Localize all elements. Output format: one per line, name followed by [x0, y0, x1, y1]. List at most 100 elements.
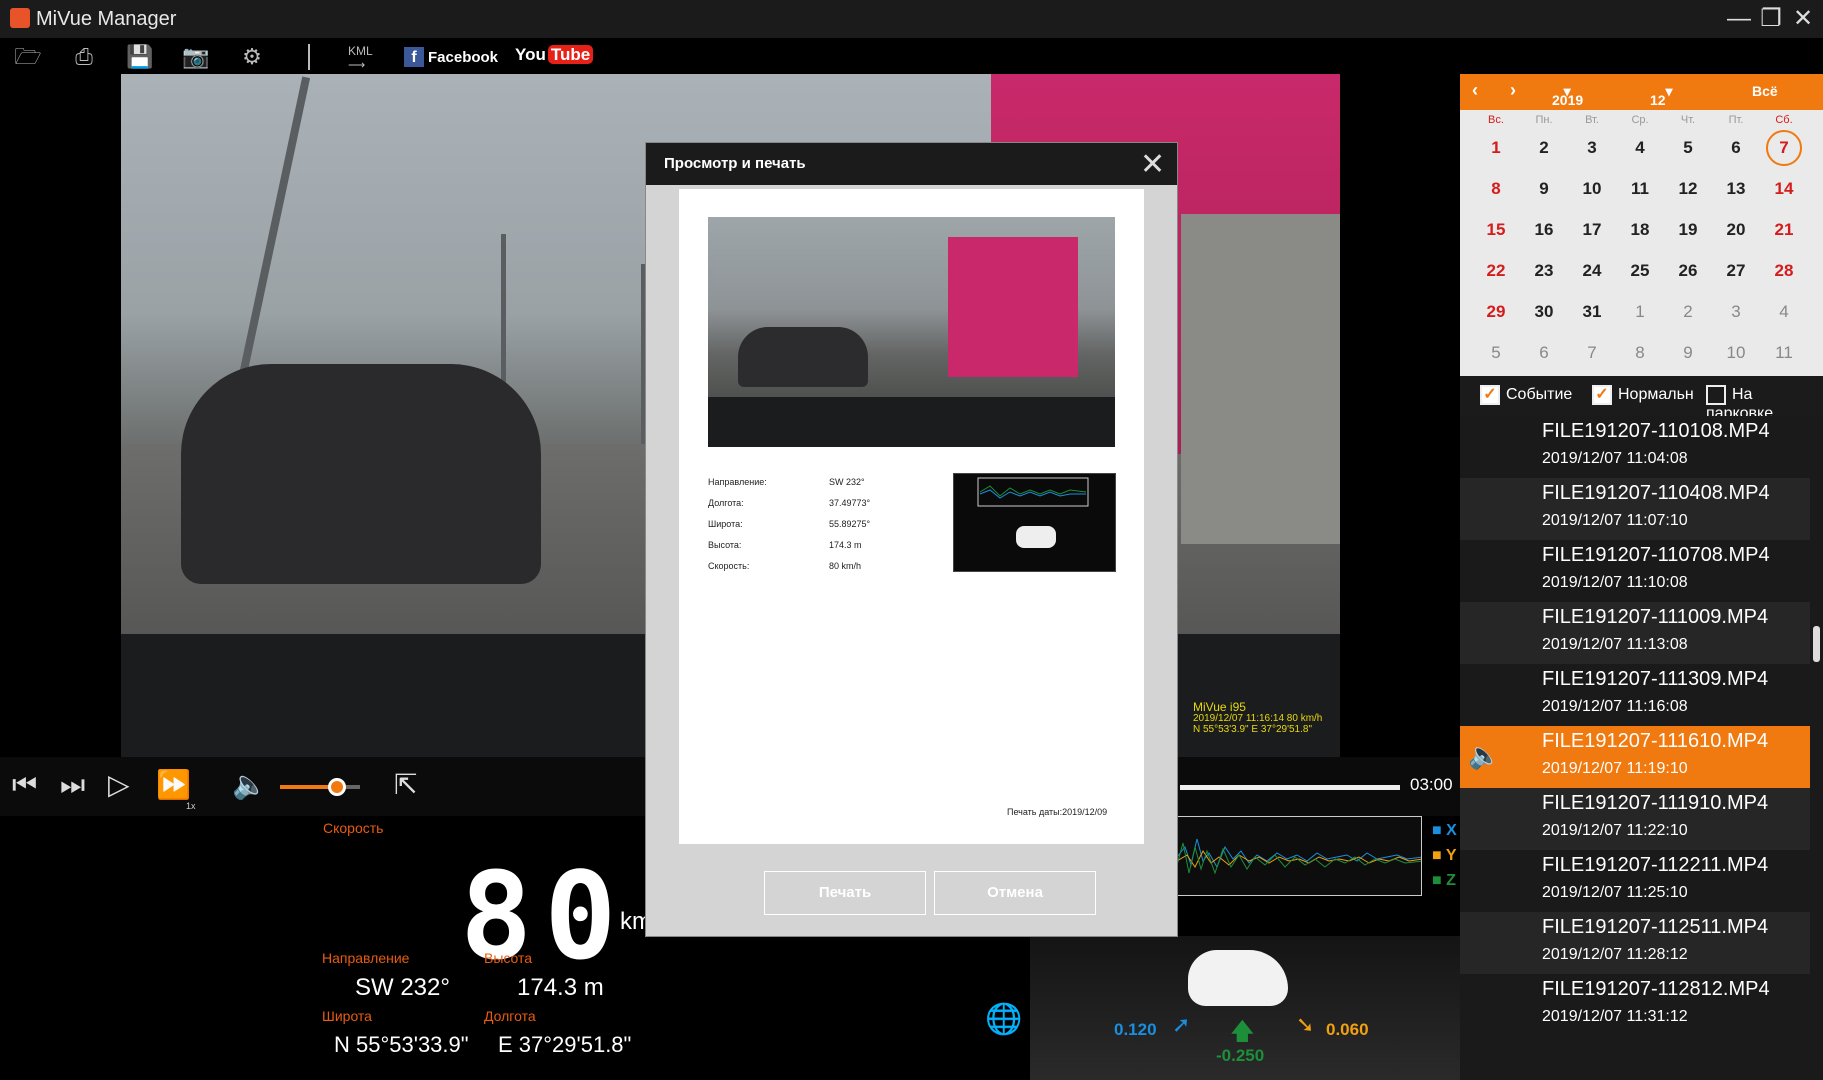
dialog-title: Просмотр и печать: [664, 155, 806, 172]
preview-gsensor-thumbnail: [953, 473, 1116, 572]
calendar-day[interactable]: 9: [1664, 333, 1712, 373]
gsensor-y-value: 0.060: [1326, 1020, 1369, 1039]
settings-gear-icon[interactable]: ⚙: [234, 42, 270, 72]
calendar-day[interactable]: 2: [1520, 128, 1568, 168]
year-select[interactable]: 2019 ▾: [1552, 83, 1583, 108]
file-date: 2019/12/07 11:28:12: [1542, 946, 1688, 963]
calendar-day[interactable]: 19: [1664, 210, 1712, 250]
skip-previous-icon[interactable]: ⏮: [12, 769, 37, 801]
preview-direction-value: SW 232°: [829, 477, 865, 487]
volume-knob[interactable]: [328, 778, 346, 796]
calendar-day[interactable]: 12: [1664, 169, 1712, 209]
calendar-day[interactable]: 3: [1568, 128, 1616, 168]
preview-longitude-label: Долгота:: [708, 498, 744, 508]
kml-export-button[interactable]: KML ⟶: [348, 44, 373, 72]
file-item[interactable]: FILE191207-112812.MP4 2019/12/07 11:31:12: [1460, 974, 1810, 1036]
calendar-day[interactable]: 29: [1472, 292, 1520, 332]
file-item[interactable]: FILE191207-111309.MP4 2019/12/07 11:16:08: [1460, 664, 1810, 726]
calendar-day[interactable]: 25: [1616, 251, 1664, 291]
file-item[interactable]: FILE191207-112211.MP4 2019/12/07 11:25:10: [1460, 850, 1810, 912]
globe-map-icon[interactable]: 🌐: [985, 1002, 1022, 1037]
calendar-day[interactable]: 4: [1616, 128, 1664, 168]
file-item[interactable]: FILE191207-111910.MP4 2019/12/07 11:22:10: [1460, 788, 1810, 850]
calendar-day[interactable]: 6: [1520, 333, 1568, 373]
calendar-day[interactable]: 8: [1616, 333, 1664, 373]
filter-normal[interactable]: ✓ Нормальн: [1592, 385, 1694, 405]
file-name: FILE191207-110108.MP4: [1542, 420, 1770, 442]
calendar-day[interactable]: 6: [1712, 128, 1760, 168]
play-icon[interactable]: ▷: [108, 769, 130, 801]
minimize-icon[interactable]: —: [1724, 4, 1754, 34]
calendar-day[interactable]: 10: [1712, 333, 1760, 373]
calendar-day[interactable]: 28: [1760, 251, 1808, 291]
close-icon[interactable]: ✕: [1788, 4, 1818, 34]
calendar-day[interactable]: 16: [1520, 210, 1568, 250]
scrollbar-thumb[interactable]: [1813, 626, 1820, 662]
calendar-day[interactable]: 5: [1664, 128, 1712, 168]
calendar-day[interactable]: 11: [1616, 169, 1664, 209]
file-item[interactable]: FILE191207-110708.MP4 2019/12/07 11:10:08: [1460, 540, 1810, 602]
calendar-day[interactable]: 3: [1712, 292, 1760, 332]
calendar-day[interactable]: 8: [1472, 169, 1520, 209]
restore-icon[interactable]: ❐: [1756, 4, 1786, 34]
snapshot-camera-icon[interactable]: 📷: [178, 42, 214, 72]
facebook-share-button[interactable]: f Facebook: [404, 47, 498, 67]
calendar-day[interactable]: 2: [1664, 292, 1712, 332]
file-name: FILE191207-112812.MP4: [1542, 978, 1770, 1000]
calendar-day[interactable]: 27: [1712, 251, 1760, 291]
speed-label: Скорость: [323, 820, 384, 836]
calendar-day[interactable]: 26: [1664, 251, 1712, 291]
file-item[interactable]: FILE191207-110408.MP4 2019/12/07 11:07:10: [1460, 478, 1810, 540]
save-icon[interactable]: 💾: [122, 42, 158, 72]
file-name: FILE191207-112511.MP4: [1542, 916, 1769, 938]
filter-event[interactable]: ✓ Событие: [1480, 385, 1572, 405]
popout-icon[interactable]: ⇱: [394, 769, 417, 801]
calendar-day[interactable]: 21: [1760, 210, 1808, 250]
calendar-day[interactable]: 18: [1616, 210, 1664, 250]
calendar-day[interactable]: 1: [1616, 292, 1664, 332]
calendar-day[interactable]: 20: [1712, 210, 1760, 250]
file-item[interactable]: FILE191207-112511.MP4 2019/12/07 11:28:12: [1460, 912, 1810, 974]
calendar-day[interactable]: 10: [1568, 169, 1616, 209]
calendar-day[interactable]: 1: [1472, 128, 1520, 168]
weekday-header: Чт.: [1680, 114, 1696, 126]
step-forward-icon[interactable]: ⏭: [60, 769, 85, 801]
fast-forward-icon[interactable]: ⏩: [156, 769, 191, 801]
calendar-day[interactable]: 11: [1760, 333, 1808, 373]
calendar-day[interactable]: 22: [1472, 251, 1520, 291]
month-select[interactable]: 12 ▾: [1650, 83, 1673, 108]
calendar-day[interactable]: 7: [1568, 333, 1616, 373]
car-orientation-view: 0.120 ➚ 🡅 -0.250 ➘ 0.060: [1030, 936, 1460, 1080]
print-icon[interactable]: ⎙: [66, 42, 102, 72]
volume-icon[interactable]: 🔈: [232, 769, 267, 801]
print-button[interactable]: Печать: [764, 871, 926, 915]
file-list-scrollbar[interactable]: [1810, 416, 1823, 1080]
file-item-playing[interactable]: 🔈 FILE191207-111610.MP4 2019/12/07 11:19:1…: [1460, 726, 1810, 788]
calendar-day[interactable]: 9: [1520, 169, 1568, 209]
gsensor-z-value: -0.250: [1216, 1046, 1265, 1065]
calendar-day[interactable]: 14: [1760, 169, 1808, 209]
file-item[interactable]: FILE191207-111009.MP4 2019/12/07 11:13:08: [1460, 602, 1810, 664]
calendar-day[interactable]: 30: [1520, 292, 1568, 332]
calendar-day[interactable]: 5: [1472, 333, 1520, 373]
prev-month-icon[interactable]: ‹: [1472, 80, 1478, 101]
playback-progress-bar[interactable]: [1180, 785, 1400, 790]
calendar-day[interactable]: 4: [1760, 292, 1808, 332]
file-item[interactable]: FILE191207-110108.MP4 2019/12/07 11:04:08: [1460, 416, 1810, 478]
next-month-icon[interactable]: ›: [1510, 80, 1516, 101]
calendar-day[interactable]: 17: [1568, 210, 1616, 250]
playback-speed[interactable]: 1x: [186, 801, 196, 811]
file-name: FILE191207-111309.MP4: [1542, 668, 1769, 690]
youtube-upload-button[interactable]: You Tube: [515, 45, 594, 65]
open-folder-icon[interactable]: 🗁: [10, 42, 46, 72]
cancel-button[interactable]: Отмена: [934, 871, 1096, 915]
all-dates-button[interactable]: Всё: [1752, 83, 1778, 99]
calendar-day[interactable]: 15: [1472, 210, 1520, 250]
facebook-icon: f: [404, 47, 424, 67]
calendar-day[interactable]: 23: [1520, 251, 1568, 291]
calendar-day[interactable]: 13: [1712, 169, 1760, 209]
dialog-close-icon[interactable]: ✕: [1140, 147, 1165, 182]
calendar-day[interactable]: 24: [1568, 251, 1616, 291]
legend-x-label: X: [1446, 822, 1457, 839]
calendar-day[interactable]: 31: [1568, 292, 1616, 332]
